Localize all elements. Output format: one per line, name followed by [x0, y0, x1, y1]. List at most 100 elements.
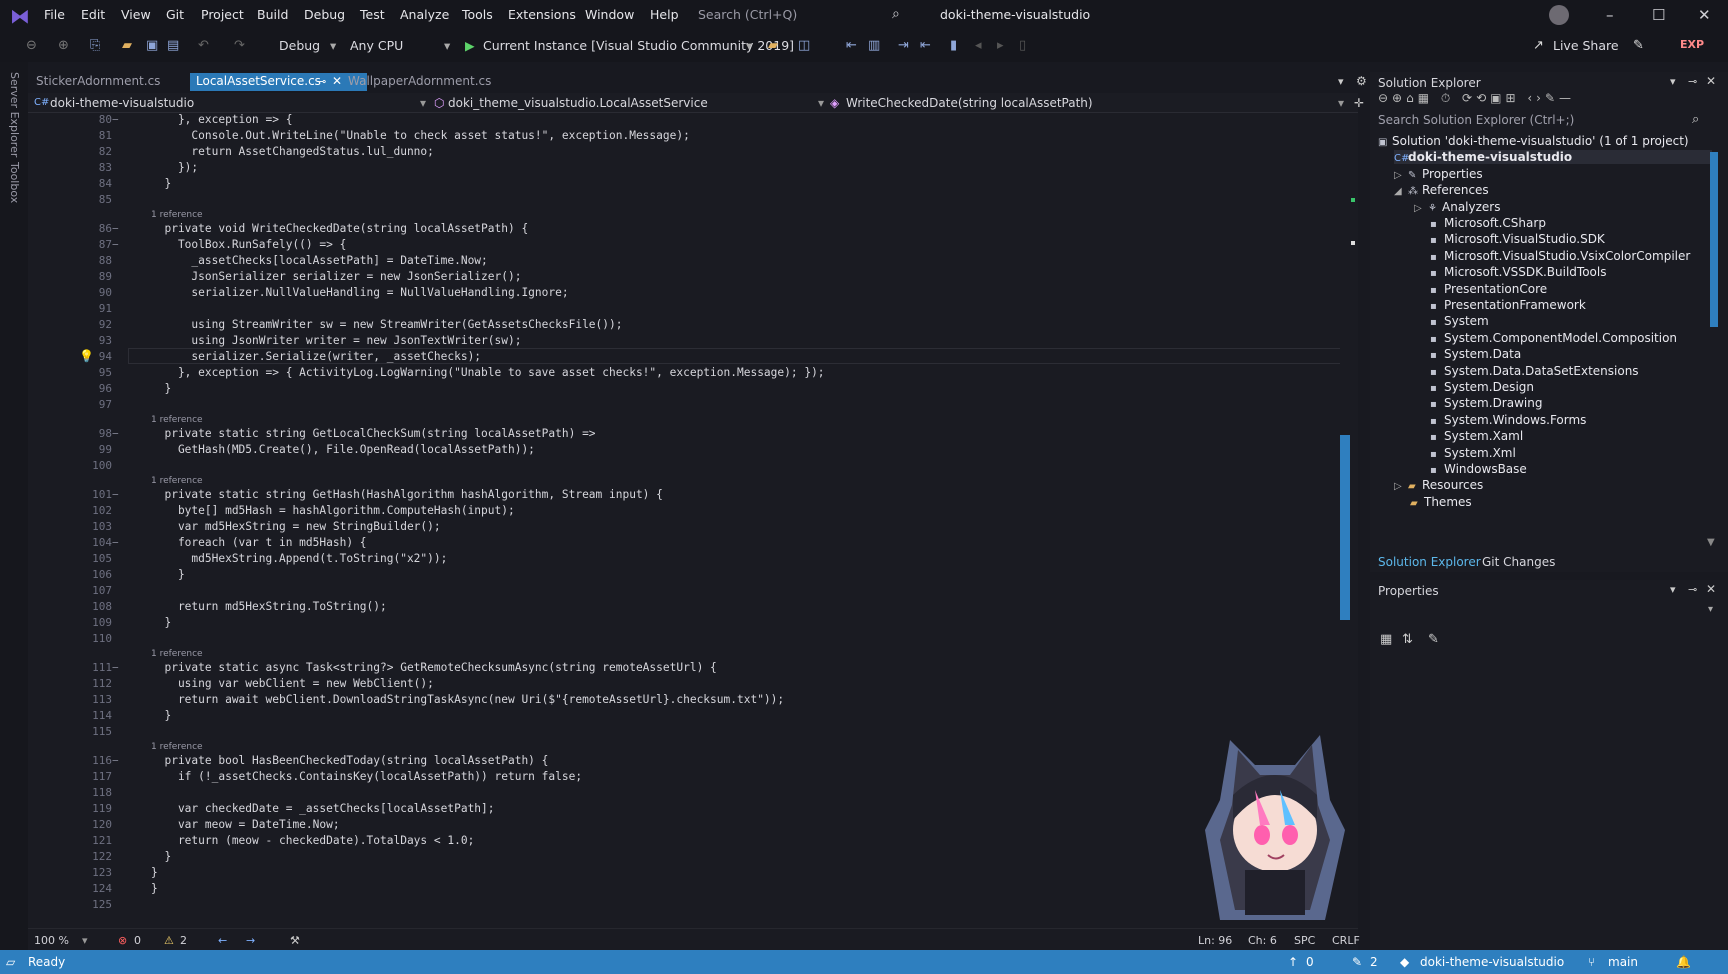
menu-help[interactable]: Help [650, 7, 679, 22]
zoom-dropdown[interactable]: 100 % [34, 934, 69, 947]
solution-search-icon[interactable]: ⌕ [1692, 112, 1699, 127]
categorized-icon[interactable]: ▦ [1380, 632, 1392, 647]
code-line[interactable]: ToolBox.RunSafely(() => { [151, 238, 346, 251]
tree-reference-item[interactable]: ▪ System.Xml [1430, 446, 1516, 460]
tab-solution-explorer[interactable]: Solution Explorer [1378, 555, 1481, 569]
fold-toggle-icon[interactable]: − [112, 536, 119, 549]
avatar[interactable] [1549, 5, 1569, 25]
spacing-indicator[interactable]: SPC [1294, 934, 1315, 947]
codelens-reference[interactable]: 1 reference [151, 649, 203, 659]
property-pages-icon[interactable]: ✎ [1428, 632, 1439, 647]
save-all-icon[interactable]: ▤ [167, 38, 179, 53]
codelens-reference[interactable]: 1 reference [151, 476, 203, 486]
tree-resources[interactable]: ▷ ▰ Resources [1394, 478, 1483, 492]
fold-toggle-icon[interactable]: − [112, 238, 119, 251]
menu-project[interactable]: Project [201, 7, 244, 22]
code-line[interactable]: foreach (var t in md5Hash) { [151, 536, 367, 549]
tree-reference-item[interactable]: ▪ WindowsBase [1430, 462, 1527, 476]
brush-icon[interactable]: ⚒ [290, 934, 300, 947]
tree-reference-item[interactable]: ▪ System.Drawing [1430, 396, 1542, 410]
code-line[interactable]: GetHash(MD5.Create(), File.OpenRead(loca… [151, 443, 535, 456]
warning-icon[interactable]: ⚠ [164, 934, 174, 947]
split-icon[interactable]: ✛ [1354, 96, 1364, 110]
menu-view[interactable]: View [121, 7, 151, 22]
publish-icon[interactable]: ↑ [1288, 955, 1298, 969]
code-line[interactable]: using var webClient = new WebClient(); [151, 677, 434, 690]
search-icon[interactable]: ⌕ [892, 6, 900, 22]
save-icon[interactable]: ▣ [146, 38, 158, 53]
search-box[interactable]: Search (Ctrl+Q) [698, 7, 797, 22]
expand-arrow-icon[interactable]: ▷ [1394, 170, 1408, 181]
menu-analyze[interactable]: Analyze [400, 7, 449, 22]
warning-count[interactable]: 2 [180, 934, 187, 947]
fold-toggle-icon[interactable]: − [112, 113, 119, 126]
code-line[interactable]: return AssetChangedStatus.lul_dunno; [151, 145, 433, 158]
repository-name[interactable]: doki-theme-visualstudio [1420, 955, 1564, 969]
indent-icon[interactable]: ⇥ [898, 38, 909, 53]
back-icon[interactable]: ⊖ [26, 38, 37, 53]
browser-icon[interactable]: ◫ [798, 38, 810, 53]
code-line[interactable]: var md5HexString = new StringBuilder(); [151, 520, 441, 533]
code-line[interactable]: Console.Out.WriteLine("Unable to check a… [151, 129, 689, 142]
tree-reference-item[interactable]: ▪ Microsoft.VSSDK.BuildTools [1430, 265, 1606, 279]
properties-dropdown-icon[interactable]: ▾ [1670, 583, 1676, 596]
tree-properties[interactable]: ▷ ✎ Properties [1394, 167, 1483, 181]
solution-explorer-toolbar[interactable]: ⊖⊕⌂▦ ⏱ ⟳⟲▣⊞ ‹›✎— [1378, 91, 1575, 106]
code-line[interactable]: private static string GetLocalCheckSum(s… [151, 427, 595, 440]
code-line[interactable]: } [151, 866, 158, 879]
menu-file[interactable]: File [44, 7, 65, 22]
menu-build[interactable]: Build [257, 7, 288, 22]
platform-chevron-down-icon[interactable]: ▾ [444, 38, 450, 53]
play-icon[interactable]: ▶ [465, 38, 475, 53]
panel-dropdown-icon[interactable]: ▾ [1670, 75, 1676, 88]
nav-forward-icon[interactable]: → [246, 934, 255, 947]
code-line[interactable]: } [151, 709, 171, 722]
tabs-dropdown-icon[interactable]: ▾ [1338, 75, 1344, 88]
nav-member-chevron-icon[interactable]: ▾ [1338, 96, 1344, 110]
bookmark-clear-icon[interactable]: ▯ [1019, 38, 1026, 53]
undo-icon[interactable]: ↶ [198, 38, 209, 53]
code-line[interactable]: private static async Task<string?> GetRe… [151, 661, 716, 674]
layout-icon[interactable]: ▥ [868, 38, 880, 53]
tree-reference-item[interactable]: ▪ Microsoft.VisualStudio.SDK [1430, 232, 1605, 246]
bookmark-next-icon[interactable]: ▸ [997, 38, 1004, 53]
tree-reference-item[interactable]: ▪ System.Xaml [1430, 429, 1523, 443]
branch-icon[interactable]: ⑂ [1588, 955, 1595, 969]
tree-themes[interactable]: ▰ Themes [1410, 495, 1472, 509]
tree-reference-item[interactable]: ▪ PresentationFramework [1430, 298, 1586, 312]
tree-reference-item[interactable]: ▪ System.Windows.Forms [1430, 413, 1586, 427]
expand-arrow-icon[interactable]: ▷ [1414, 203, 1428, 214]
open-folder-icon[interactable]: ▰ [122, 38, 132, 53]
browse-folder-icon[interactable]: ▰ [768, 38, 778, 53]
zoom-chevron-icon[interactable]: ▾ [82, 934, 88, 947]
code-line[interactable]: } [151, 850, 171, 863]
code-line[interactable]: md5HexString.Append(t.ToString("x2")); [151, 552, 447, 565]
settings-gear-icon[interactable]: ⚙ [1356, 74, 1367, 88]
code-line[interactable]: }, exception => { ActivityLog.LogWarning… [151, 366, 825, 379]
tree-reference-item[interactable]: ▷ ⚘ Analyzers [1414, 200, 1500, 214]
code-line[interactable]: using StreamWriter sw = new StreamWriter… [151, 318, 622, 331]
tree-reference-item[interactable]: ▪ System.Design [1430, 380, 1534, 394]
tree-reference-item[interactable]: ▪ System.Data [1430, 347, 1521, 361]
nav-project-chevron-icon[interactable]: ▾ [420, 96, 426, 110]
error-count[interactable]: 0 [134, 934, 141, 947]
line-indicator[interactable]: Ln: 96 [1198, 934, 1232, 947]
menu-extensions[interactable]: Extensions [508, 7, 576, 22]
codelens-reference[interactable]: 1 reference [151, 210, 203, 220]
code-line[interactable]: if (!_assetChecks.ContainsKey(localAsset… [151, 770, 582, 783]
code-line[interactable]: } [151, 382, 171, 395]
error-icon[interactable]: ⊗ [118, 934, 127, 947]
nav-member-dropdown[interactable]: WriteCheckedDate(string localAssetPath) [846, 96, 1093, 110]
column-indicator[interactable]: Ch: 6 [1248, 934, 1277, 947]
pin-icon[interactable]: ⊸ [317, 75, 326, 88]
scrollbar-thumb[interactable] [1340, 435, 1350, 620]
tab-close-icon[interactable]: ✕ [332, 74, 342, 88]
code-line[interactable]: private bool HasBeenCheckedToday(string … [151, 754, 548, 767]
solution-scroll-down-icon[interactable]: ▼ [1707, 537, 1715, 548]
code-line[interactable]: }); [151, 161, 198, 174]
code-line[interactable]: using JsonWriter writer = new JsonTextWr… [151, 334, 521, 347]
tree-reference-item[interactable]: ▪ PresentationCore [1430, 282, 1547, 296]
live-share-button[interactable]: Live Share [1553, 38, 1619, 53]
fold-toggle-icon[interactable]: − [112, 754, 119, 767]
tab-sticker-adornment[interactable]: StickerAdornment.cs [30, 73, 166, 91]
